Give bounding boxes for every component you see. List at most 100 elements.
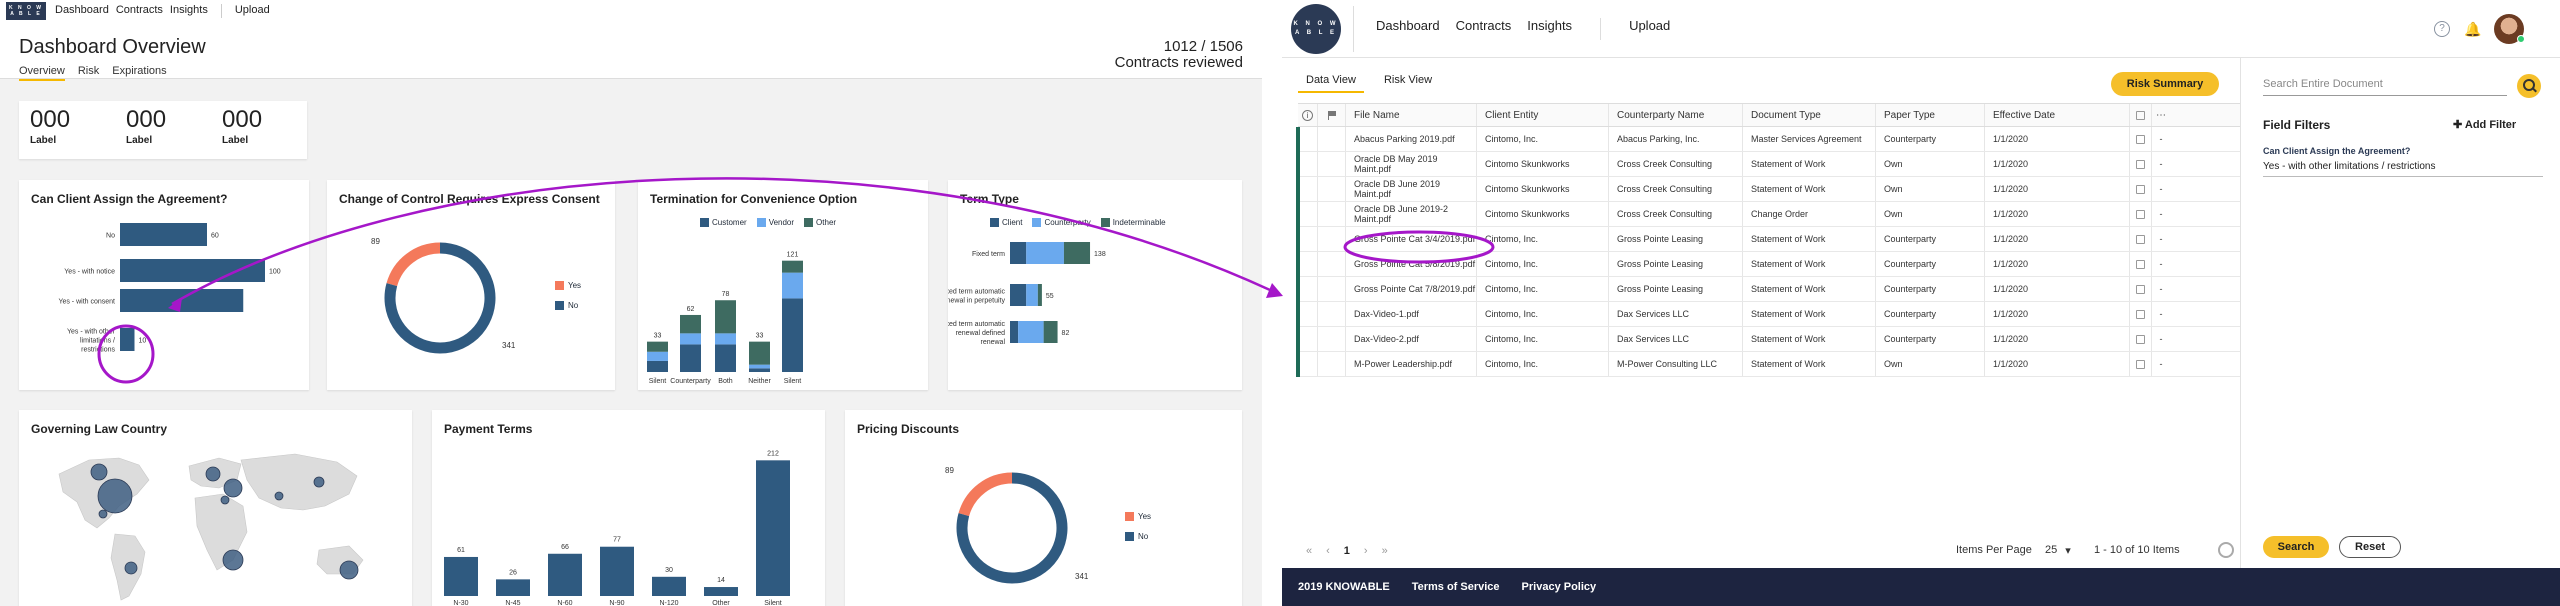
row-flag-cell[interactable]: [1318, 227, 1346, 251]
table-row[interactable]: Dax-Video-1.pdf Cintomo, Inc. Dax Services…: [1296, 302, 2240, 327]
nav-upload[interactable]: Upload: [1629, 18, 1670, 40]
checkbox[interactable]: [2136, 334, 2145, 344]
cell-file-name[interactable]: Oracle DB May 2019 Maint.pdf: [1346, 152, 1477, 176]
row-checkbox-cell[interactable]: [2130, 152, 2152, 176]
row-checkbox-cell[interactable]: [2130, 227, 2152, 251]
header-flag[interactable]: [1318, 104, 1346, 126]
tab-overview[interactable]: Overview: [19, 65, 65, 81]
header-counterparty-name[interactable]: Counterparty Name: [1609, 104, 1743, 126]
header-client-entity[interactable]: Client Entity: [1477, 104, 1609, 126]
checkbox[interactable]: [2136, 234, 2145, 244]
nav-contracts[interactable]: Contracts: [116, 4, 163, 18]
risk-summary-button[interactable]: Risk Summary: [2111, 72, 2219, 96]
current-page[interactable]: 1: [1344, 545, 1350, 557]
nav-insights[interactable]: Insights: [170, 4, 208, 18]
search-icon[interactable]: [2517, 74, 2541, 98]
row-flag-cell[interactable]: [1318, 352, 1346, 376]
last-page-icon[interactable]: »: [1382, 545, 1388, 557]
prev-page-icon[interactable]: ‹: [1326, 545, 1330, 557]
row-flag-cell[interactable]: [1318, 327, 1346, 351]
header-select-all[interactable]: [2130, 104, 2152, 126]
nav-dashboard[interactable]: Dashboard: [55, 4, 109, 18]
reset-button[interactable]: Reset: [2339, 536, 2401, 558]
row-flag-cell[interactable]: [1318, 177, 1346, 201]
help-icon[interactable]: ?: [2434, 21, 2450, 37]
chart-card-termination[interactable]: Termination for Convenience Option Custo…: [638, 180, 928, 390]
table-row[interactable]: Gross Pointe Cat 7/8/2019.pdf Cintomo, In…: [1296, 277, 2240, 302]
footer-terms-link[interactable]: Terms of Service: [1412, 581, 1500, 593]
checkbox[interactable]: [2136, 159, 2145, 169]
table-row[interactable]: Oracle DB June 2019 Maint.pdf Cintomo Sku…: [1296, 177, 2240, 202]
checkbox[interactable]: [2136, 309, 2145, 319]
table-row[interactable]: Abacus Parking 2019.pdf Cintomo, Inc. Abac…: [1296, 127, 2240, 152]
row-flag-cell[interactable]: [1318, 152, 1346, 176]
bell-icon[interactable]: 🔔: [2464, 21, 2481, 37]
cell-file-name[interactable]: Gross Pointe Cat 5/8/2019.pdf: [1346, 252, 1477, 276]
row-checkbox-cell[interactable]: [2130, 127, 2152, 151]
header-info[interactable]: i: [1298, 104, 1318, 126]
row-checkbox-cell[interactable]: [2130, 252, 2152, 276]
header-effective-date[interactable]: Effective Date: [1985, 104, 2130, 126]
table-row[interactable]: Gross Pointe Cat 5/8/2019.pdf Cintomo, In…: [1296, 252, 2240, 277]
table-row[interactable]: M-Power Leadership.pdf Cintomo, Inc. M-Pow…: [1296, 352, 2240, 377]
checkbox[interactable]: [2136, 284, 2145, 294]
row-flag-cell[interactable]: [1318, 202, 1346, 226]
cell-file-name[interactable]: Abacus Parking 2019.pdf: [1346, 127, 1477, 151]
header-document-type[interactable]: Document Type: [1743, 104, 1876, 126]
chart-card-term-type[interactable]: Term Type Client Counterparty Indetermin…: [948, 180, 1242, 390]
row-checkbox-cell[interactable]: [2130, 202, 2152, 226]
tab-expirations[interactable]: Expirations: [112, 65, 166, 81]
row-menu-icon[interactable]: -: [2152, 309, 2170, 319]
cell-file-name[interactable]: Dax-Video-2.pdf: [1346, 327, 1477, 351]
nav-contracts[interactable]: Contracts: [1456, 18, 1512, 40]
row-checkbox-cell[interactable]: [2130, 277, 2152, 301]
checkbox[interactable]: [2136, 209, 2145, 219]
checkbox[interactable]: [2136, 259, 2145, 269]
knowable-logo[interactable]: K N O WA B L E: [1291, 3, 1341, 54]
chart-card-pricing[interactable]: Pricing Discounts 89 341 Yes No: [845, 410, 1242, 606]
chart-card-control[interactable]: Change of Control Requires Express Conse…: [327, 180, 615, 390]
footer-privacy-link[interactable]: Privacy Policy: [1522, 581, 1597, 593]
next-page-icon[interactable]: ›: [1364, 545, 1368, 557]
row-checkbox-cell[interactable]: [2130, 327, 2152, 351]
add-filter-button[interactable]: ✚ Add Filter: [2453, 118, 2516, 131]
row-checkbox-cell[interactable]: [2130, 302, 2152, 326]
row-menu-icon[interactable]: -: [2152, 209, 2170, 219]
checkbox[interactable]: [2136, 134, 2145, 144]
avatar[interactable]: [2494, 14, 2525, 44]
table-row[interactable]: Dax-Video-2.pdf Cintomo, Inc. Dax Services…: [1296, 327, 2240, 352]
table-row[interactable]: Gross Pointe Cat 3/4/2019.pdf Cintomo, In…: [1296, 227, 2240, 252]
search-document-input[interactable]: [2263, 72, 2507, 96]
cell-file-name[interactable]: Oracle DB June 2019-2 Maint.pdf: [1346, 202, 1477, 226]
tab-risk-view[interactable]: Risk View: [1384, 74, 1432, 93]
cell-file-name[interactable]: Gross Pointe Cat 3/4/2019.pdf: [1346, 227, 1477, 251]
row-flag-cell[interactable]: [1318, 127, 1346, 151]
chart-card-payment-terms[interactable]: Payment Terms 61 N-30 26 N-45 66 N-60 77 N-90 30…: [432, 410, 825, 606]
row-menu-icon[interactable]: -: [2152, 259, 2170, 269]
table-row[interactable]: Oracle DB June 2019-2 Maint.pdf Cintomo S…: [1296, 202, 2240, 227]
row-menu-icon[interactable]: -: [2152, 284, 2170, 294]
checkbox[interactable]: [2136, 359, 2145, 369]
row-menu-icon[interactable]: -: [2152, 184, 2170, 194]
cell-file-name[interactable]: Dax-Video-1.pdf: [1346, 302, 1477, 326]
first-page-icon[interactable]: «: [1306, 545, 1312, 557]
tab-data-view[interactable]: Data View: [1298, 74, 1364, 93]
nav-dashboard[interactable]: Dashboard: [1376, 18, 1440, 40]
cell-file-name[interactable]: M-Power Leadership.pdf: [1346, 352, 1477, 376]
row-flag-cell[interactable]: [1318, 277, 1346, 301]
chart-card-assign[interactable]: Can Client Assign the Agreement? No 60 Yes…: [19, 180, 309, 390]
row-checkbox-cell[interactable]: [2130, 352, 2152, 376]
header-paper-type[interactable]: Paper Type: [1876, 104, 1985, 126]
row-flag-cell[interactable]: [1318, 252, 1346, 276]
row-checkbox-cell[interactable]: [2130, 177, 2152, 201]
table-row[interactable]: Oracle DB May 2019 Maint.pdf Cintomo Skun…: [1296, 152, 2240, 177]
row-menu-icon[interactable]: -: [2152, 334, 2170, 344]
cell-file-name[interactable]: Gross Pointe Cat 7/8/2019.pdf: [1346, 277, 1477, 301]
row-flag-cell[interactable]: [1318, 302, 1346, 326]
row-menu-icon[interactable]: -: [2152, 159, 2170, 169]
more-icon[interactable]: ⋯: [2152, 110, 2170, 121]
filter-answer-select[interactable]: Yes - with other limitations / restricti…: [2263, 159, 2543, 177]
row-menu-icon[interactable]: -: [2152, 134, 2170, 144]
knowable-logo[interactable]: K N O WA B L E: [6, 2, 46, 20]
header-file-name[interactable]: File Name: [1346, 104, 1477, 126]
